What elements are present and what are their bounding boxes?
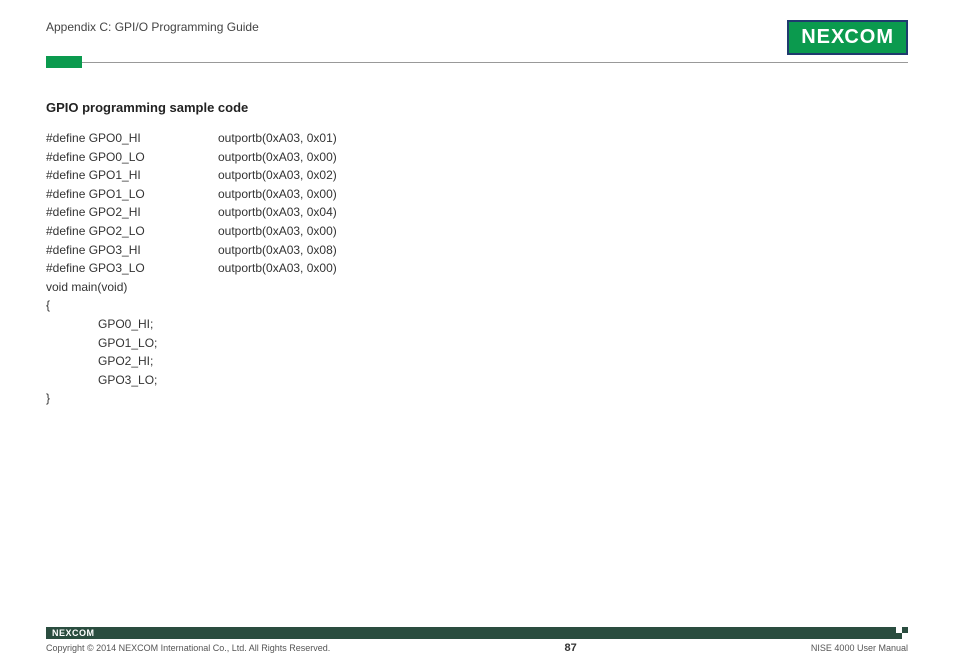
code-define-row: #define GPO1_LOoutportb(0xA03, 0x00) xyxy=(46,185,908,204)
define-value: outportb(0xA03, 0x08) xyxy=(218,241,337,260)
define-name: #define GPO1_HI xyxy=(46,166,218,185)
section-title: GPIO programming sample code xyxy=(46,100,908,115)
footer-logo-post: COM xyxy=(72,628,95,638)
footer-logo-pre: NE xyxy=(52,628,66,638)
footer-bar: NEXCOM xyxy=(46,627,908,639)
define-name: #define GPO2_LO xyxy=(46,222,218,241)
code-body-line: GPO3_LO; xyxy=(46,371,908,390)
header-divider xyxy=(46,56,908,68)
define-value: outportb(0xA03, 0x00) xyxy=(218,259,337,278)
define-value: outportb(0xA03, 0x00) xyxy=(218,148,337,167)
define-name: #define GPO2_HI xyxy=(46,203,218,222)
code-main-sig: void main(void) xyxy=(46,278,908,297)
define-value: outportb(0xA03, 0x01) xyxy=(218,129,337,148)
nexcom-logo: NEXCOM xyxy=(787,20,908,55)
define-name: #define GPO3_LO xyxy=(46,259,218,278)
code-body-line: GPO1_LO; xyxy=(46,334,908,353)
define-name: #define GPO3_HI xyxy=(46,241,218,260)
define-name: #define GPO1_LO xyxy=(46,185,218,204)
define-value: outportb(0xA03, 0x02) xyxy=(218,166,337,185)
code-block: #define GPO0_HIoutportb(0xA03, 0x01)#def… xyxy=(46,129,908,408)
define-name: #define GPO0_HI xyxy=(46,129,218,148)
appendix-title: Appendix C: GPI/O Programming Guide xyxy=(46,20,259,34)
logo-text-pre: NE xyxy=(801,26,831,49)
code-brace-open: { xyxy=(46,296,908,315)
code-body-line: GPO0_HI; xyxy=(46,315,908,334)
footer-squares-icon xyxy=(896,627,908,639)
manual-name: NISE 4000 User Manual xyxy=(811,643,908,653)
define-value: outportb(0xA03, 0x04) xyxy=(218,203,337,222)
footer-logo: NEXCOM xyxy=(52,628,95,638)
page-number: 87 xyxy=(564,642,576,654)
code-define-row: #define GPO3_HIoutportb(0xA03, 0x08) xyxy=(46,241,908,260)
code-body-line: GPO2_HI; xyxy=(46,352,908,371)
define-value: outportb(0xA03, 0x00) xyxy=(218,222,337,241)
code-define-row: #define GPO3_LOoutportb(0xA03, 0x00) xyxy=(46,259,908,278)
define-name: #define GPO0_LO xyxy=(46,148,218,167)
header-accent-bar xyxy=(46,56,82,68)
code-define-row: #define GPO1_HIoutportb(0xA03, 0x02) xyxy=(46,166,908,185)
code-define-row: #define GPO0_LOoutportb(0xA03, 0x00) xyxy=(46,148,908,167)
code-brace-close: } xyxy=(46,389,908,408)
header-line xyxy=(82,62,908,63)
define-value: outportb(0xA03, 0x00) xyxy=(218,185,337,204)
code-define-row: #define GPO0_HIoutportb(0xA03, 0x01) xyxy=(46,129,908,148)
code-define-row: #define GPO2_HIoutportb(0xA03, 0x04) xyxy=(46,203,908,222)
logo-text-post: COM xyxy=(844,26,894,49)
copyright-text: Copyright © 2014 NEXCOM International Co… xyxy=(46,643,330,653)
code-define-row: #define GPO2_LOoutportb(0xA03, 0x00) xyxy=(46,222,908,241)
logo-text-x: X xyxy=(831,26,844,49)
